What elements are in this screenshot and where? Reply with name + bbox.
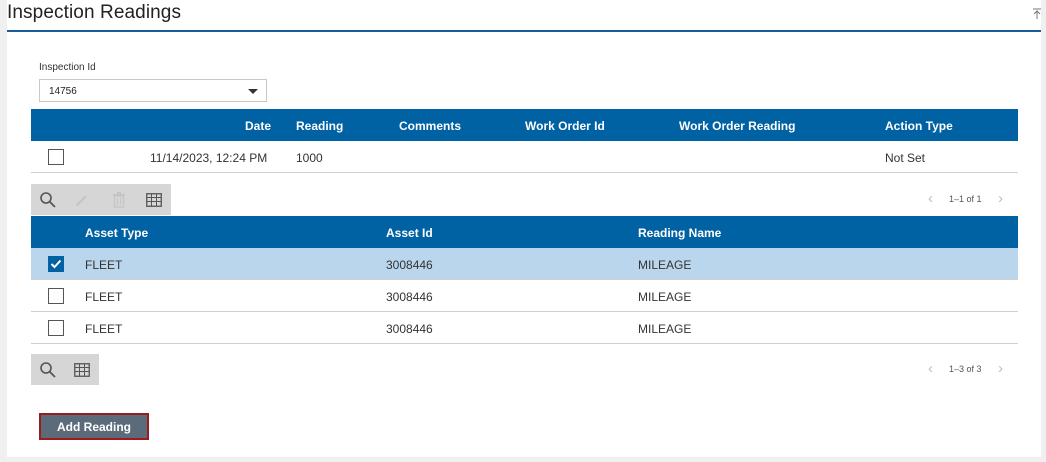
readings-toolbar [31,184,171,215]
row-checkbox[interactable] [48,149,64,165]
row-checkbox-checked[interactable] [48,256,64,272]
assets-pager-label: 1–3 of 3 [949,364,982,374]
table-row[interactable]: 11/14/2023, 12:24 PM 1000 Not Set [31,141,1018,173]
inspection-id-value: 14756 [49,86,77,97]
column-header-comments[interactable]: Comments [399,119,461,133]
edit-button[interactable] [65,184,99,215]
column-header-asset-type[interactable]: Asset Type [85,226,148,240]
cell-action-type: Not Set [885,151,926,165]
chevron-right-icon[interactable]: › [998,360,1003,377]
columns-button[interactable] [65,354,99,385]
chevron-right-icon[interactable]: › [998,190,1003,207]
table-row-selected[interactable]: FLEET 3008446 MILEAGE [31,248,1018,280]
search-button[interactable] [31,184,65,215]
search-button[interactable] [31,354,65,385]
cell-date: 11/14/2023, 12:24 PM [150,151,268,165]
pencil-icon [76,194,87,206]
cell-reading-name: MILEAGE [638,290,692,304]
row-checkbox[interactable] [48,288,64,304]
cell-reading-name: MILEAGE [638,322,692,336]
column-header-date[interactable]: Date [245,119,271,133]
cell-asset-id: 3008446 [386,322,433,336]
search-icon [40,361,56,378]
columns-button[interactable] [137,184,171,215]
trash-icon [113,191,125,208]
cell-reading-name: MILEAGE [638,258,692,272]
readings-pager-label: 1–1 of 1 [949,194,982,204]
add-reading-button[interactable]: Add Reading [39,413,149,440]
column-header-work-order-id[interactable]: Work Order Id [525,119,605,133]
assets-table-header: Asset Type Asset Id Reading Name [31,216,1018,248]
chevron-left-icon[interactable]: ‹ [928,360,933,377]
inspection-id-label: Inspection Id [39,62,96,73]
table-row[interactable]: FLEET 3008446 MILEAGE [31,312,1018,344]
assets-toolbar [31,354,99,385]
table-columns-icon [146,192,162,207]
cell-asset-type: FLEET [85,258,123,272]
cell-asset-id: 3008446 [386,258,433,272]
cell-reading: 1000 [296,151,323,165]
column-header-work-order-reading[interactable]: Work Order Reading [679,119,795,133]
column-header-reading-name[interactable]: Reading Name [638,226,721,240]
readings-table-header: Date Reading Comments Work Order Id Work… [31,109,1018,141]
checkmark-icon [50,259,62,269]
search-icon [40,191,56,208]
title-divider [7,30,1041,32]
app-frame: Inspection Readings Inspection Id 14756 … [0,0,1046,462]
assets-pager: ‹ 1–3 of 3 › [928,360,1008,378]
cell-asset-type: FLEET [85,322,123,336]
collapse-icon[interactable] [1031,7,1043,21]
column-header-action-type[interactable]: Action Type [885,119,953,133]
chevron-down-icon [248,89,258,94]
column-header-reading[interactable]: Reading [296,119,343,133]
page-title: Inspection Readings [7,2,182,23]
table-columns-icon [74,362,90,377]
inspection-id-select[interactable]: 14756 [39,79,267,102]
cell-asset-id: 3008446 [386,290,433,304]
chevron-left-icon[interactable]: ‹ [928,190,933,207]
table-row[interactable]: FLEET 3008446 MILEAGE [31,280,1018,312]
column-header-asset-id[interactable]: Asset Id [386,226,433,240]
delete-button[interactable] [102,184,136,215]
row-checkbox[interactable] [48,320,64,336]
readings-pager: ‹ 1–1 of 1 › [928,190,1008,208]
cell-asset-type: FLEET [85,290,123,304]
